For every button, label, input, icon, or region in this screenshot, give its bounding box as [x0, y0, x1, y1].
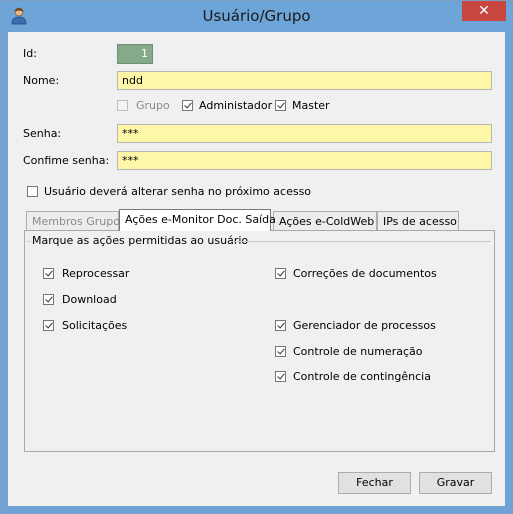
- group-title: Marque as ações permitidas ao usuário: [32, 234, 249, 247]
- administrador-label: Administador: [199, 99, 273, 112]
- senha-label: Senha:: [23, 127, 62, 140]
- reprocessar-checkbox[interactable]: [43, 268, 54, 279]
- nome-input[interactable]: ndd: [117, 71, 492, 90]
- title-bar[interactable]: Usuário/Grupo ✕: [1, 1, 512, 31]
- tab-acoes-coldweb[interactable]: Ações e-ColdWeb: [273, 211, 377, 230]
- senha-input[interactable]: ***: [117, 124, 492, 143]
- tab-panel: Marque as ações permitidas ao usuário Re…: [24, 230, 495, 452]
- window-title: Usuário/Grupo: [202, 7, 311, 25]
- tab-ips-acesso[interactable]: IPs de acesso: [377, 211, 459, 230]
- fechar-button[interactable]: Fechar: [338, 472, 411, 494]
- gerenciador-checkbox[interactable]: [275, 320, 286, 331]
- grupo-label: Grupo: [136, 99, 170, 112]
- administrador-checkbox[interactable]: [182, 100, 193, 111]
- controle-numeracao-label: Controle de numeração: [293, 345, 423, 358]
- id-field: 1: [117, 44, 153, 64]
- grupo-checkbox: [117, 100, 128, 111]
- controle-contingencia-label: Controle de contingência: [293, 370, 431, 383]
- solicitacoes-label: Solicitações: [62, 319, 128, 332]
- reprocessar-label: Reprocessar: [62, 267, 130, 280]
- alterar-senha-label: Usuário deverá alterar senha no próximo …: [44, 185, 312, 198]
- correcoes-checkbox[interactable]: [275, 268, 286, 279]
- download-label: Download: [62, 293, 117, 306]
- group-divider: [232, 241, 491, 242]
- gravar-button[interactable]: Gravar: [419, 472, 492, 494]
- download-checkbox[interactable]: [43, 294, 54, 305]
- tab-acoes-emonitor[interactable]: Ações e-Monitor Doc. Saída: [119, 209, 276, 231]
- id-label: Id:: [23, 47, 37, 60]
- close-button[interactable]: ✕: [462, 1, 506, 21]
- dialog-window: Usuário/Grupo ✕ Id: 1 Nome: ndd Grupo Ad…: [0, 0, 513, 514]
- controle-numeracao-checkbox[interactable]: [275, 346, 286, 357]
- master-checkbox[interactable]: [275, 100, 286, 111]
- close-icon: ✕: [478, 3, 490, 19]
- tab-membros-grupo[interactable]: Membros Grupo: [26, 211, 120, 230]
- dialog-client-area: Id: 1 Nome: ndd Grupo Administador Maste…: [8, 32, 505, 506]
- nome-label: Nome:: [23, 74, 60, 87]
- controle-contingencia-checkbox[interactable]: [275, 371, 286, 382]
- confirme-senha-label: Confime senha:: [23, 154, 110, 167]
- correcoes-label: Correções de documentos: [293, 267, 437, 280]
- confirme-senha-input[interactable]: ***: [117, 151, 492, 170]
- master-label: Master: [292, 99, 330, 112]
- group-divider-left: [27, 241, 31, 242]
- solicitacoes-checkbox[interactable]: [43, 320, 54, 331]
- gerenciador-label: Gerenciador de processos: [293, 319, 436, 332]
- alterar-senha-checkbox[interactable]: [27, 186, 38, 197]
